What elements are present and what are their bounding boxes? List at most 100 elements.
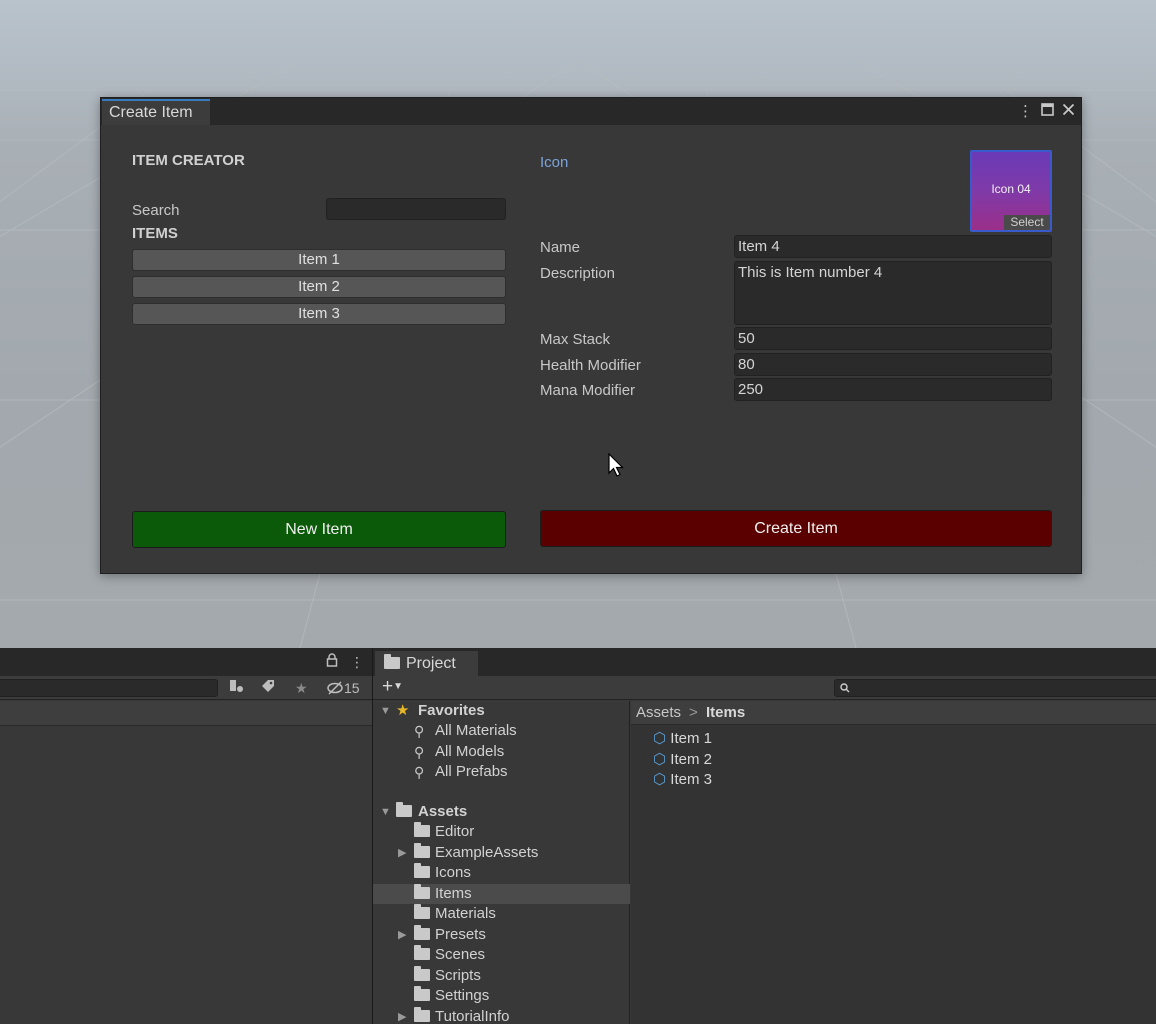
icon-object-field[interactable]: Icon 04 Select [970, 150, 1052, 232]
chevron-down-icon: ▼ [393, 681, 404, 692]
folder-label: ExampleAssets [435, 844, 539, 861]
favorite-item[interactable]: ⚲ All Models [373, 742, 630, 762]
maximize-icon[interactable] [1041, 103, 1054, 121]
window-titlebar[interactable]: Create Item ⋮ [101, 98, 1081, 125]
expand-arrow-icon[interactable]: ▶ [398, 925, 406, 945]
folder-icon [414, 822, 430, 837]
folder-row-editor[interactable]: Editor [373, 822, 630, 842]
folder-open-icon [396, 802, 412, 817]
name-label: Name [540, 239, 581, 256]
item-button-3[interactable]: Item 3 [132, 303, 506, 325]
project-tab[interactable]: Project [375, 651, 478, 676]
icon-label: Icon [540, 154, 569, 171]
health-modifier-label: Health Modifier [540, 357, 641, 374]
folder-icon [414, 925, 430, 940]
create-item-window: Create Item ⋮ ITEM CREATOR Search ITEMS … [100, 97, 1082, 574]
folder-row-presets[interactable]: ▶ Presets [373, 925, 630, 945]
breadcrumb-items[interactable]: Items [706, 704, 745, 721]
favorite-item[interactable]: ⚲ All Materials [373, 721, 630, 741]
favorite-label: All Prefabs [435, 763, 508, 780]
tag-icon[interactable] [260, 678, 276, 699]
folder-row-icons[interactable]: Icons [373, 863, 630, 883]
folder-label: Settings [435, 987, 490, 1004]
mana-modifier-label: Mana Modifier [540, 382, 636, 399]
search-icon: ⚲ [414, 764, 425, 780]
item-button-2[interactable]: Item 2 [132, 276, 506, 298]
breadcrumb-assets[interactable]: Assets [636, 704, 681, 721]
folder-icon [414, 1007, 430, 1022]
creator-heading: ITEM CREATOR [132, 152, 245, 169]
folder-icon [414, 884, 430, 899]
project-panel: Project +▼ ▼ ★ Favorites ⚲ All Materials… [373, 648, 1156, 1024]
folder-row-scripts[interactable]: Scripts [373, 966, 630, 986]
name-field[interactable] [734, 235, 1052, 258]
project-toolbar: +▼ [373, 676, 1156, 700]
star-icon[interactable]: ★ [295, 678, 308, 698]
search-label: Search [132, 202, 180, 219]
folder-icon [414, 904, 430, 919]
create-item-button[interactable]: Create Item [540, 510, 1052, 547]
expand-arrow-icon[interactable]: ▶ [398, 1007, 406, 1024]
scriptable-object-icon: ⬡ [653, 751, 667, 768]
project-folder-tree: ▼ ★ Favorites ⚲ All Materials ⚲ All Mode… [373, 701, 630, 1024]
project-tab-label: Project [406, 655, 456, 672]
mouse-cursor-icon [608, 453, 624, 477]
item-button-1[interactable]: Item 1 [132, 249, 506, 271]
folder-row-materials[interactable]: Materials [373, 904, 630, 924]
asset-label: Item 2 [670, 751, 712, 768]
hierarchy-panel: ⋮ ★ 15 [0, 648, 372, 1024]
expand-arrow-icon[interactable]: ▼ [380, 802, 391, 822]
description-label: Description [540, 265, 616, 282]
folder-label: TutorialInfo [435, 1008, 510, 1024]
folder-row-settings[interactable]: Settings [373, 986, 630, 1006]
eye-slash-icon [327, 681, 343, 695]
breadcrumb-separator-icon: > [689, 704, 698, 721]
assets-label: Assets [418, 803, 468, 820]
expand-arrow-icon[interactable]: ▼ [380, 701, 391, 721]
expand-arrow-icon[interactable]: ▶ [398, 843, 406, 863]
scene-visibility-icon[interactable] [228, 678, 244, 699]
kebab-menu-icon[interactable]: ⋮ [350, 652, 364, 672]
favorite-label: All Materials [435, 722, 517, 739]
folder-label: Icons [435, 864, 471, 881]
window-tab[interactable]: Create Item [102, 99, 210, 125]
folder-icon [414, 986, 430, 1001]
hidden-count-value: 15 [344, 680, 360, 696]
health-modifier-field[interactable] [734, 353, 1052, 376]
folder-label: Items [435, 885, 472, 902]
kebab-menu-icon[interactable]: ⋮ [1018, 103, 1033, 121]
hierarchy-search-input[interactable] [0, 679, 218, 697]
hidden-count[interactable]: 15 [326, 678, 360, 698]
assets-row[interactable]: ▼ Assets [373, 802, 630, 822]
star-icon: ★ [396, 702, 410, 719]
folder-row-items[interactable]: Items [373, 884, 630, 904]
window-controls: ⋮ [1018, 102, 1075, 122]
favorite-item[interactable]: ⚲ All Prefabs [373, 762, 630, 782]
breadcrumb: Assets > Items [631, 701, 1156, 725]
asset-item[interactable]: ⬡ Item 3 [653, 770, 712, 790]
project-search-input[interactable] [834, 679, 1156, 697]
folder-icon [414, 966, 430, 981]
hierarchy-tabbar: ⋮ [0, 648, 372, 676]
mana-modifier-field[interactable] [734, 378, 1052, 401]
favorites-row[interactable]: ▼ ★ Favorites [373, 701, 630, 721]
search-input[interactable] [326, 198, 506, 220]
folder-row-exampleassets[interactable]: ▶ ExampleAssets [373, 843, 630, 863]
folder-row-tutorialinfo[interactable]: ▶ TutorialInfo [373, 1007, 630, 1024]
add-create-button[interactable]: +▼ [382, 677, 403, 697]
icon-select-button[interactable]: Select [1004, 215, 1050, 230]
folder-label: Presets [435, 926, 486, 943]
new-item-button[interactable]: New Item [132, 511, 506, 548]
max-stack-field[interactable] [734, 327, 1052, 350]
folder-row-scenes[interactable]: Scenes [373, 945, 630, 965]
asset-item[interactable]: ⬡ Item 1 [653, 729, 712, 749]
close-icon[interactable] [1062, 103, 1075, 121]
asset-item[interactable]: ⬡ Item 2 [653, 750, 712, 770]
folder-label: Editor [435, 823, 475, 840]
scriptable-object-icon: ⬡ [653, 771, 667, 788]
icon-preview-text: Icon 04 [991, 182, 1031, 196]
description-field[interactable]: This is Item number 4 [734, 261, 1052, 325]
lock-icon[interactable] [326, 652, 338, 672]
search-icon [840, 683, 850, 693]
search-icon: ⚲ [414, 744, 425, 760]
